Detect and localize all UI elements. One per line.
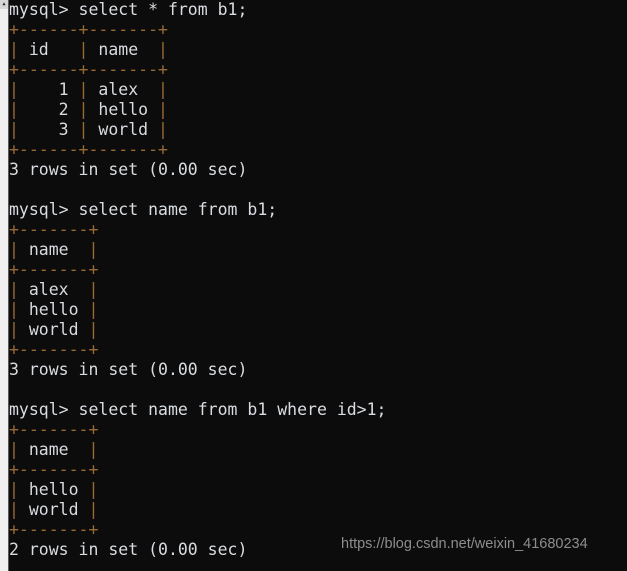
table-border-pipe: | bbox=[158, 120, 168, 139]
table-border-pipe: | bbox=[9, 280, 19, 299]
table-cell-text: 3 bbox=[18, 120, 79, 139]
table-border-pipe: | bbox=[78, 40, 89, 59]
table-border-pipe: | bbox=[78, 120, 89, 139]
watermark-url: https://blog.csdn.net/weixin_41680234 bbox=[341, 536, 588, 552]
terminal-line-rule: +-------+ bbox=[9, 460, 99, 479]
terminal-line-row: | alex | bbox=[9, 280, 627, 300]
table-border-pipe: | bbox=[88, 240, 99, 259]
table-border-pipe: | bbox=[88, 320, 99, 339]
table-cell-text: hello bbox=[88, 100, 159, 119]
scrollbar-up-arrow-icon[interactable]: ▲ bbox=[0, 0, 8, 9]
terminal-line-prompt: mysql> select * from b1; bbox=[9, 0, 248, 19]
terminal-line-row: | hello | bbox=[9, 480, 627, 500]
terminal-line-rule: +-------+ bbox=[9, 420, 99, 439]
terminal-line-row: | 1 | alex | bbox=[9, 80, 627, 100]
terminal-line-rule: +------+-------+ bbox=[9, 140, 168, 159]
table-cell-text: id bbox=[18, 40, 79, 59]
table-border-pipe: | bbox=[9, 480, 19, 499]
table-border-pipe: | bbox=[9, 300, 19, 319]
table-border-pipe: | bbox=[9, 240, 19, 259]
terminal-output[interactable]: mysql> select * from b1; +------+-------+… bbox=[9, 0, 627, 571]
terminal-line-rule: +-------+ bbox=[9, 260, 99, 279]
terminal-line-row: | world | bbox=[9, 500, 627, 520]
table-border-pipe: | bbox=[9, 40, 19, 59]
table-cell-text: world bbox=[18, 500, 89, 519]
terminal-line-row: | 3 | world | bbox=[9, 120, 627, 140]
vertical-scrollbar[interactable]: ▲ bbox=[0, 0, 9, 571]
terminal-line-status: 3 rows in set (0.00 sec) bbox=[9, 160, 248, 179]
table-border-pipe: | bbox=[9, 80, 19, 99]
table-cell-text: hello bbox=[18, 480, 89, 499]
table-border-pipe: | bbox=[9, 440, 19, 459]
terminal-line-rule: +-------+ bbox=[9, 220, 99, 239]
table-border-pipe: | bbox=[9, 120, 19, 139]
terminal-line-row: | id | name | bbox=[9, 40, 627, 60]
table-cell-text: name bbox=[18, 440, 89, 459]
table-border-pipe: | bbox=[88, 280, 99, 299]
terminal-line-row: | name | bbox=[9, 440, 627, 460]
terminal-line-rule: +-------+ bbox=[9, 340, 99, 359]
table-border-pipe: | bbox=[158, 80, 168, 99]
table-cell-text: name bbox=[18, 240, 89, 259]
terminal-line-status: 3 rows in set (0.00 sec) bbox=[9, 360, 248, 379]
table-border-pipe: | bbox=[88, 440, 99, 459]
table-border-pipe: | bbox=[9, 500, 19, 519]
table-cell-text: alex bbox=[18, 280, 89, 299]
table-border-pipe: | bbox=[88, 300, 99, 319]
table-border-pipe: | bbox=[88, 500, 99, 519]
terminal-line-rule: +------+-------+ bbox=[9, 20, 168, 39]
table-cell-text: world bbox=[18, 320, 89, 339]
terminal-line-row: | world | bbox=[9, 320, 627, 340]
table-cell-text: alex bbox=[88, 80, 159, 99]
table-border-pipe: | bbox=[9, 100, 19, 119]
table-border-pipe: | bbox=[78, 100, 89, 119]
table-border-pipe: | bbox=[158, 100, 168, 119]
terminal-line-row: | name | bbox=[9, 240, 627, 260]
table-cell-text: world bbox=[88, 120, 159, 139]
table-border-pipe: | bbox=[158, 40, 168, 59]
terminal-line-prompt: mysql> select name from b1 where id>1; bbox=[9, 400, 387, 419]
table-cell-text: 1 bbox=[18, 80, 79, 99]
table-border-pipe: | bbox=[78, 80, 89, 99]
terminal-line-row: | 2 | hello | bbox=[9, 100, 627, 120]
scrollbar-thumb[interactable] bbox=[0, 9, 8, 571]
terminal-line-row: | hello | bbox=[9, 300, 627, 320]
table-cell-text: name bbox=[88, 40, 159, 59]
table-border-pipe: | bbox=[88, 480, 99, 499]
terminal-line-rule: +------+-------+ bbox=[9, 60, 168, 79]
table-cell-text: hello bbox=[18, 300, 89, 319]
table-cell-text: 2 bbox=[18, 100, 79, 119]
terminal-window: ▲ mysql> select * from b1; +------+------… bbox=[0, 0, 627, 571]
terminal-line-prompt: mysql> select name from b1; bbox=[9, 200, 278, 219]
table-border-pipe: | bbox=[9, 320, 19, 339]
